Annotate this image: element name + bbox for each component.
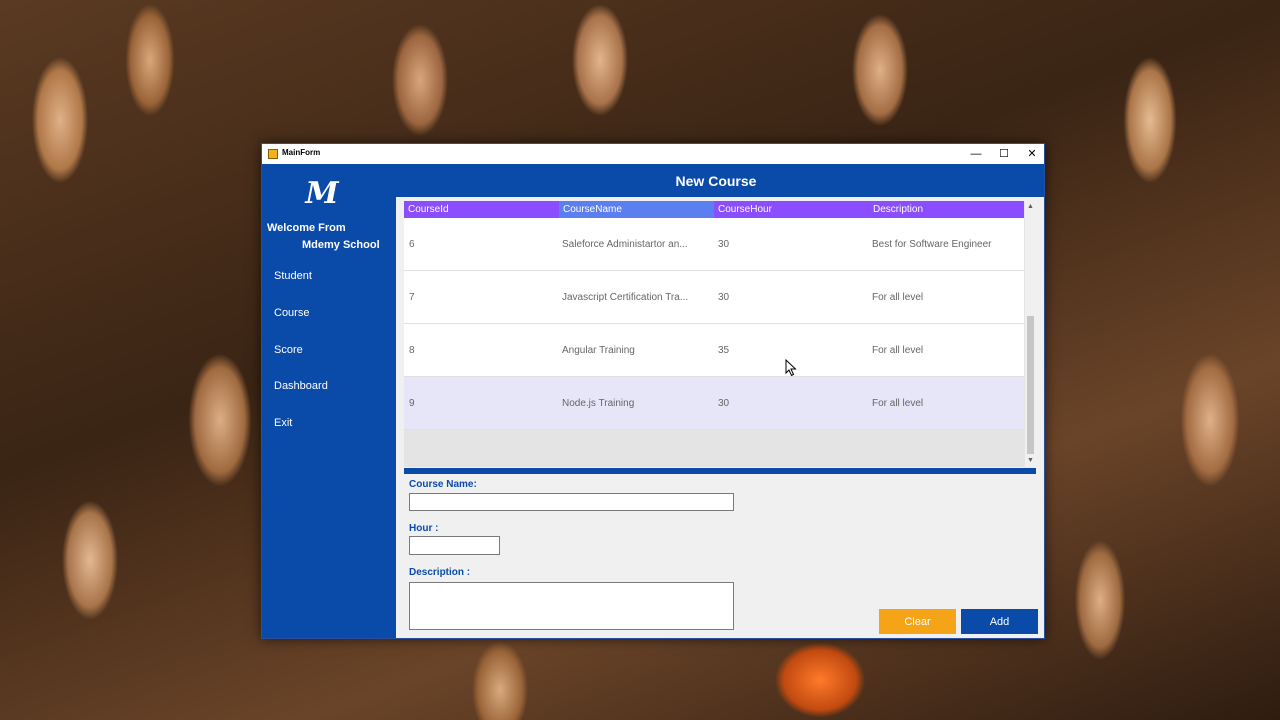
school-name: Mdemy School xyxy=(302,239,380,251)
school-logo: M xyxy=(305,176,339,211)
cell-coursename: Angular Training xyxy=(562,345,635,356)
cell-coursename: Node.js Training xyxy=(562,398,635,409)
cell-coursename: Saleforce Administartor an... xyxy=(562,239,688,250)
course-grid[interactable]: CourseId CourseName CourseHour Descripti… xyxy=(404,201,1036,467)
cell-description: Best for Software Engineer xyxy=(872,239,992,250)
cell-coursehour: 30 xyxy=(718,292,730,303)
minimize-button[interactable]: — xyxy=(962,144,990,164)
cell-courseid: 9 xyxy=(409,398,415,409)
course-name-input[interactable] xyxy=(409,493,734,511)
page-header: New Course xyxy=(396,164,1044,197)
cell-courseid: 7 xyxy=(409,292,415,303)
table-row-selected[interactable]: 9 Node.js Training 30 For all level xyxy=(404,377,1024,430)
scroll-up-icon[interactable]: ▲ xyxy=(1025,201,1036,213)
cell-description: For all level xyxy=(872,345,924,356)
description-input[interactable] xyxy=(409,582,734,630)
sidebar: M Welcome From Mdemy School Student Cour… xyxy=(262,164,396,638)
cell-description: For all level xyxy=(872,292,924,303)
grid-scrollbar[interactable]: ▲ ▼ xyxy=(1025,201,1036,467)
cell-courseid: 6 xyxy=(409,239,415,250)
table-row[interactable]: 7 Javascript Certification Tra... 30 For… xyxy=(404,271,1024,324)
scroll-thumb[interactable] xyxy=(1027,316,1034,454)
welcome-text: Welcome From xyxy=(267,222,346,234)
table-row[interactable]: 8 Angular Training 35 For all level xyxy=(404,324,1024,377)
window-title: MainForm xyxy=(282,148,321,157)
sidebar-item-dashboard[interactable]: Dashboard xyxy=(274,380,328,392)
hour-input[interactable] xyxy=(409,536,500,555)
sidebar-item-score[interactable]: Score xyxy=(274,344,303,356)
scroll-down-icon[interactable]: ▼ xyxy=(1025,455,1036,467)
column-header-coursehour[interactable]: CourseHour xyxy=(714,201,869,218)
sidebar-item-exit[interactable]: Exit xyxy=(274,417,292,429)
cell-courseid: 8 xyxy=(409,345,415,356)
maximize-button[interactable]: ☐ xyxy=(990,144,1018,164)
add-button[interactable]: Add xyxy=(961,609,1038,634)
column-header-description[interactable]: Description xyxy=(869,201,1024,218)
hour-label: Hour : xyxy=(409,523,439,534)
sidebar-item-course[interactable]: Course xyxy=(274,307,309,319)
description-label: Description : xyxy=(409,567,471,578)
cell-description: For all level xyxy=(872,398,924,409)
main-window: MainForm — ☐ ✕ M Welcome From Mdemy Scho… xyxy=(261,143,1045,639)
cell-coursehour: 30 xyxy=(718,239,730,250)
course-name-label: Course Name: xyxy=(409,479,477,490)
column-header-coursename[interactable]: CourseName xyxy=(559,201,714,218)
section-divider xyxy=(404,468,1036,474)
grid-header: CourseId CourseName CourseHour Descripti… xyxy=(404,201,1024,218)
column-header-courseid[interactable]: CourseId xyxy=(404,201,559,218)
cell-coursename: Javascript Certification Tra... xyxy=(562,292,689,303)
title-bar[interactable]: MainForm — ☐ ✕ xyxy=(262,144,1044,164)
cell-coursehour: 30 xyxy=(718,398,730,409)
app-icon xyxy=(268,149,278,159)
close-button[interactable]: ✕ xyxy=(1018,144,1046,164)
page-title: New Course xyxy=(675,173,757,189)
table-row[interactable]: 6 Saleforce Administartor an... 30 Best … xyxy=(404,218,1024,271)
clear-button[interactable]: Clear xyxy=(879,609,956,634)
sidebar-item-student[interactable]: Student xyxy=(274,270,312,282)
